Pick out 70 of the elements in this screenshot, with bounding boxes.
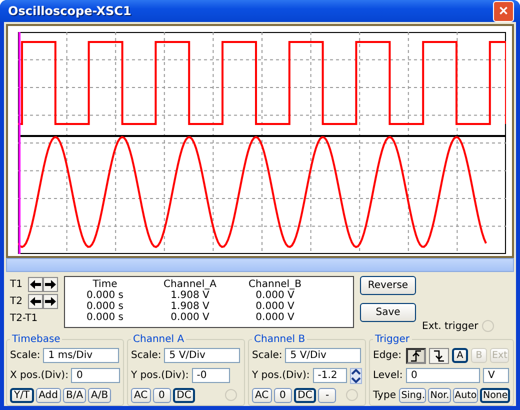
cursor-label: T2-T1 xyxy=(10,312,38,324)
rising-edge-button[interactable] xyxy=(406,348,426,364)
table-cell-text: 0.000 V xyxy=(254,290,296,301)
unit-field[interactable]: V xyxy=(483,368,509,383)
table-cell-text: 0.000 V xyxy=(254,312,296,323)
group-title: Timebase xyxy=(11,334,62,345)
position-field[interactable]: -1.2 xyxy=(312,368,347,383)
right-arrow-button[interactable] xyxy=(43,294,58,308)
scale-field[interactable]: 1 ms/Div xyxy=(43,348,120,363)
action-button[interactable]: Save xyxy=(360,303,416,322)
coupling-button[interactable]: AC xyxy=(252,388,272,402)
type-button[interactable]: Auto xyxy=(452,388,478,402)
type-button[interactable]: Nor. xyxy=(428,388,451,402)
close-button[interactable]: ✕ xyxy=(493,0,514,22)
coupling-button[interactable]: DC xyxy=(172,388,196,402)
field-label: Y pos.(Div): xyxy=(131,370,189,381)
window-title: Oscilloscope-XSC1 xyxy=(8,4,132,18)
source-button[interactable]: A xyxy=(452,348,468,363)
position-field[interactable]: 0 xyxy=(71,368,120,383)
coupling-button[interactable]: AC xyxy=(131,388,151,402)
mode-button[interactable]: Y/T xyxy=(10,388,34,402)
field-label: Scale: xyxy=(131,350,162,361)
ext-trigger-terminal xyxy=(482,320,494,332)
position-field[interactable]: -0 xyxy=(192,368,230,383)
group-title: Channel B xyxy=(253,334,306,345)
ext-trigger-label: Ext. trigger xyxy=(422,320,478,332)
cursor-label: T1 xyxy=(10,278,22,290)
falling-edge-icon xyxy=(433,350,445,362)
terminal-indicator xyxy=(346,389,358,401)
table-cell-text: 0.000 V xyxy=(254,301,296,312)
table-cell-text: 1.908 V xyxy=(170,301,210,312)
spinner-control[interactable] xyxy=(350,368,362,384)
table-cell-text: 0.000 V xyxy=(170,312,210,323)
cursor-label: T2 xyxy=(10,296,22,306)
terminal-indicator xyxy=(225,389,237,401)
falling-edge-button[interactable] xyxy=(429,348,449,364)
coupling-button[interactable]: DC xyxy=(294,388,316,402)
field-label: Scale: xyxy=(252,350,282,361)
coupling-button[interactable]: 0 xyxy=(274,388,292,402)
field-label: Scale: xyxy=(10,350,40,361)
field-label: Level: xyxy=(373,370,403,381)
field-label: Edge: xyxy=(373,350,403,361)
scale-field[interactable]: 5 V/Div xyxy=(164,348,240,363)
mode-button[interactable]: B/A xyxy=(62,388,86,402)
table-cell-text: 0.000 s xyxy=(85,301,125,312)
level-field[interactable]: 0 xyxy=(406,368,480,383)
action-button[interactable]: Reverse xyxy=(360,276,416,295)
column-header: Channel_A xyxy=(162,279,218,290)
coupling-button[interactable]: - xyxy=(318,388,336,402)
rising-edge-icon xyxy=(410,350,422,362)
mode-button[interactable]: Add xyxy=(36,388,61,402)
group-title: Channel A xyxy=(132,334,186,345)
group-title: Trigger xyxy=(374,334,410,345)
scale-field[interactable]: 5 V/Div xyxy=(285,348,362,363)
left-arrow-button[interactable] xyxy=(28,294,43,308)
table-cell-text: 0.000 s xyxy=(85,290,125,301)
horizontal-scrollbar[interactable] xyxy=(6,258,514,272)
table-cell-text: 1.908 V xyxy=(170,290,210,301)
left-arrow-button[interactable] xyxy=(28,276,43,292)
right-arrow-button[interactable] xyxy=(43,276,58,292)
field-label: X pos.(Div): xyxy=(10,370,68,381)
coupling-button[interactable]: 0 xyxy=(152,388,171,402)
type-button[interactable]: Sing. xyxy=(399,388,426,402)
mode-button[interactable]: A/B xyxy=(88,388,112,402)
field-label: Y pos.(Div): xyxy=(252,370,310,381)
table-cell-text: 0.000 s xyxy=(85,312,125,323)
field-label: Type xyxy=(373,390,397,400)
column-header: Time xyxy=(92,279,118,290)
column-header: Channel_B xyxy=(248,279,302,290)
type-button[interactable]: None xyxy=(480,388,510,402)
